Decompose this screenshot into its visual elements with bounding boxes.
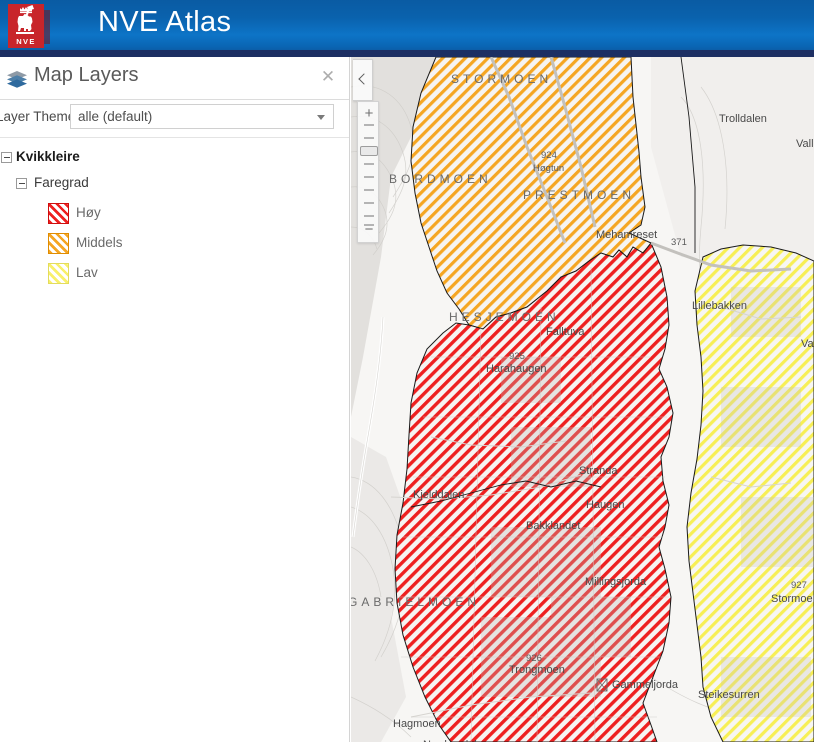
zoom-in-button[interactable]: +	[358, 106, 380, 121]
map-label: 925	[509, 351, 525, 362]
legend-swatch-lav	[48, 263, 69, 284]
collapse-panel-button[interactable]	[353, 59, 373, 101]
map-label: Gammeljorda	[612, 679, 679, 691]
logo-shadow	[44, 10, 50, 44]
chevron-left-icon	[358, 73, 370, 85]
nve-logo[interactable]: NVE	[8, 4, 44, 48]
map-label: Kjelddalen	[413, 489, 464, 501]
collapse-minus-icon-faregrad[interactable]	[16, 178, 27, 189]
legend-label-lav: Lav	[76, 265, 98, 280]
header-bottom-strip	[0, 50, 814, 57]
map-label: 924	[541, 150, 557, 161]
map-layers-sidebar: Map Layers ✕ Layer Theme: alle (default)…	[0, 57, 350, 742]
map-label: Mehamreset	[596, 229, 657, 241]
legend-label-middels: Middels	[76, 235, 123, 250]
tree-node-label-faregrad[interactable]: Faregrad	[34, 175, 89, 190]
map-label: 927	[791, 580, 807, 591]
map-label: BORDMOEN	[389, 172, 492, 186]
collapse-minus-icon-kvikkleire[interactable]	[1, 152, 12, 163]
legend-swatch-hoy	[48, 203, 69, 224]
map-label: Haugen	[586, 499, 625, 511]
legend-label-hoy: Høy	[76, 205, 101, 220]
map-canvas[interactable]: STORMOEN BORDMOEN PRESTMOEN Høgtun 924 Trolld…	[351, 57, 814, 742]
map-label: Millingsjorda	[585, 576, 647, 588]
map-label: 926	[526, 653, 542, 664]
zoom-out-button[interactable]: −	[358, 222, 380, 237]
nve-atlas-app: NVE NVE Atlas Map Layers ✕ Layer Theme: …	[0, 0, 814, 742]
layer-theme-select[interactable]: alle (default)	[70, 104, 334, 129]
map-label: Trongmoen	[509, 664, 565, 676]
legend-item-lav: Lav	[0, 261, 349, 291]
close-icon[interactable]: ✕	[319, 68, 337, 85]
map-label: Falltuva	[546, 326, 585, 338]
map-label: STORMOEN	[451, 72, 552, 86]
layer-theme-value: alle (default)	[78, 109, 153, 124]
map-label: Harahaugen	[486, 363, 547, 375]
panel-header: Map Layers ✕	[0, 57, 349, 100]
map-label: Trolldalen	[719, 113, 767, 125]
panel-title: Map Layers	[34, 64, 139, 86]
map-label: Stranda	[579, 465, 618, 477]
map-label: GABRIELMOEN	[351, 595, 480, 609]
map-label: Steikesurren	[698, 689, 760, 701]
legend-item-hoy: Høy	[0, 201, 349, 231]
map-label: 371	[671, 237, 687, 248]
chevron-down-icon	[317, 115, 325, 120]
layer-theme-label: Layer Theme:	[0, 109, 80, 124]
map-label: HESJEMOEN	[449, 310, 560, 324]
zoom-slider[interactable]: + −	[357, 101, 379, 243]
map-layers-stack-icon	[7, 71, 27, 88]
app-header: NVE NVE Atlas	[0, 0, 814, 50]
nve-lion-crest-icon: NVE	[16, 5, 36, 46]
map-label: Valla	[796, 138, 814, 150]
legend-item-middels: Middels	[0, 231, 349, 261]
map-label: Lillebakken	[692, 300, 747, 312]
legend-swatch-middels	[48, 233, 69, 254]
tree-node-faregrad: Faregrad	[0, 172, 349, 198]
map-label: Høgtun	[533, 163, 564, 174]
zoom-slider-handle[interactable]	[360, 146, 378, 156]
svg-text:NVE: NVE	[16, 37, 36, 46]
tree-node-kvikkleire: Kvikkleire	[0, 146, 349, 172]
layer-tree: Kvikkleire Faregrad Høy Middels Lav	[0, 138, 349, 291]
map-label: Stormoen	[771, 593, 814, 605]
tree-node-label-kvikkleire[interactable]: Kvikkleire	[16, 149, 80, 164]
map-label: Hagmoen	[393, 718, 441, 730]
map-label: Bakklandet	[526, 520, 580, 532]
layer-theme-row: Layer Theme: alle (default)	[0, 100, 349, 138]
app-title: NVE Atlas	[98, 6, 232, 38]
map-graphics: STORMOEN BORDMOEN PRESTMOEN Høgtun 924 Trolld…	[351, 57, 814, 742]
map-label: PRESTMOEN	[523, 188, 635, 202]
map-label: Vals	[801, 338, 814, 350]
